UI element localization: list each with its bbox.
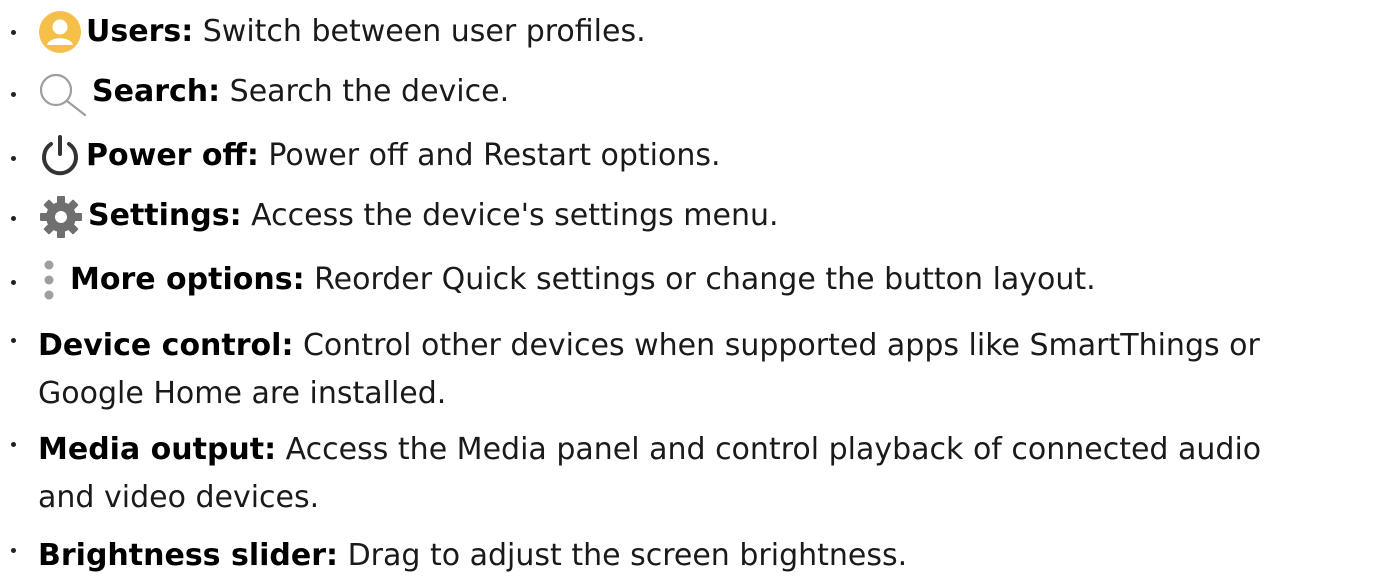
bullet	[11, 548, 16, 553]
gear-icon	[38, 194, 88, 238]
term-power-off: Power off	[86, 138, 247, 173]
term-media-output: Media output	[38, 432, 265, 467]
term-settings: Settings	[88, 198, 230, 233]
desc-media-output: Access the Media panel and control playb…	[276, 432, 1262, 467]
bullet	[11, 156, 16, 161]
bullet	[11, 442, 16, 447]
power-icon	[38, 134, 86, 178]
bullet	[11, 338, 16, 343]
desc-more-options: Reorder Quick settings or change the but…	[304, 262, 1096, 297]
bullet	[11, 280, 16, 285]
desc-device-control: Control other devices when supported app…	[293, 328, 1260, 363]
bullet	[11, 92, 16, 97]
desc-brightness-slider: Drag to adjust the screen brightness.	[338, 538, 908, 573]
more-vertical-icon	[38, 258, 70, 302]
term-search: Search	[92, 74, 209, 109]
desc-media-output-line2: and video devices.	[38, 480, 320, 515]
search-icon	[38, 70, 92, 116]
desc-search: Search the device.	[220, 74, 510, 109]
desc-power-off: Power off and Restart options.	[258, 138, 721, 173]
term-brightness-slider: Brightness slider	[38, 538, 327, 573]
term-device-control: Device control	[38, 328, 282, 363]
bullet	[11, 30, 16, 35]
bullet	[11, 216, 16, 221]
desc-users: Switch between user profiles.	[193, 14, 646, 49]
desc-settings: Access the device's settings menu.	[241, 198, 779, 233]
desc-device-control-line2: Google Home are installed.	[38, 376, 447, 411]
term-more-options: More options	[70, 262, 293, 297]
feature-list: Users: Switch between user profiles. Sea…	[0, 0, 1394, 586]
user-icon	[38, 10, 86, 54]
term-users: Users	[86, 14, 182, 49]
